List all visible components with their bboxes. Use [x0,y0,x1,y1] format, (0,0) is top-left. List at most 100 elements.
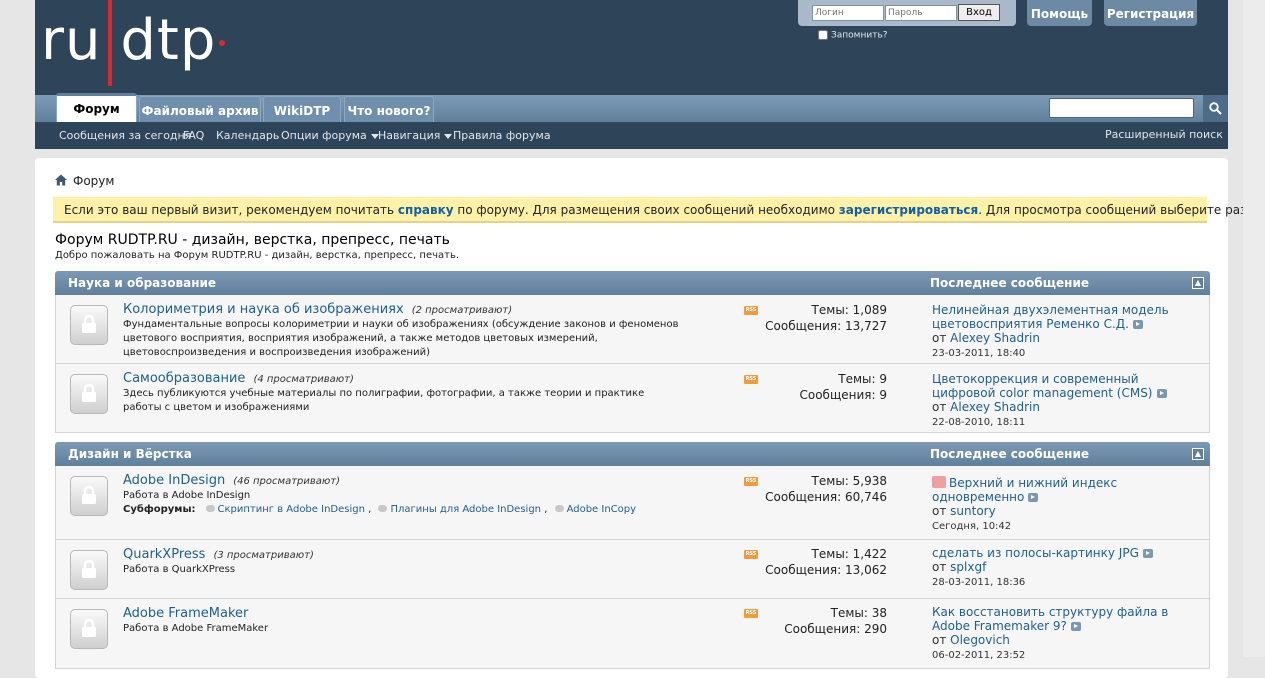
subforum-link[interactable]: Плагины для Adobe InDesign [390,504,541,515]
collapse-icon[interactable]: ▲ [1192,448,1204,460]
last-post-by: от [932,331,951,345]
subforum-link[interactable]: Adobe InCopy [567,504,636,515]
rss-icon[interactable]: RSS [744,375,758,384]
subforums-label: Субфорумы: [123,504,196,515]
last-post-date: Сегодня, 10:42 [932,521,1012,532]
tab-whats-new[interactable]: Что нового? [344,96,434,122]
last-post-link[interactable]: Как восстановить структуру файла в Adobe… [932,605,1168,633]
subnav-navigation[interactable]: Навигация [378,129,453,142]
forum-row: Колориметрия и наука об изображениях (2 п… [55,295,1210,364]
subnav-options-label: Опции форума [281,129,367,142]
forum-description: Работа в Adobe FrameMaker [123,623,269,634]
logo-red-bar [108,0,112,86]
lock-icon [70,476,108,516]
tab-wikidtp[interactable]: WikiDTP [263,96,341,122]
forum-title-link[interactable]: Колориметрия и наука об изображениях [123,302,404,317]
last-post-link[interactable]: Верхний и нижний индекс одновременно [932,476,1117,504]
login-box: Вход [798,0,1016,26]
lock-icon [70,609,108,649]
category-last-post-header: Последнее сообщение [930,447,1089,461]
forum-description: Фундаментальные вопросы колориметрии и н… [123,319,679,358]
viewing-count: (2 просматривают) [411,305,513,316]
page-description: Добро пожаловать на Форум RUDTP.RU - диз… [55,250,460,261]
notice-register-link[interactable]: зарегистрироваться [839,203,978,217]
forum-row: Самообразование (4 просматривают) Здесь п… [55,364,1210,433]
rss-icon[interactable]: RSS [744,609,758,618]
post-count: Сообщения: 13,727 [765,319,887,333]
notice-help-link[interactable]: справку [398,203,454,217]
window-scrollbar[interactable] [1243,0,1265,657]
last-post-date: 22-08-2010, 18:11 [932,417,1026,428]
logo-red-dot [219,40,225,46]
last-post-date: 28-03-2011, 18:36 [932,577,1026,588]
collapse-icon[interactable]: ▲ [1192,277,1204,289]
main-navbar: Форум Файловый архив WikiDTP Что нового? [35,93,1228,122]
login-button[interactable]: Вход [958,4,1000,21]
tab-forum[interactable]: Форум [56,93,137,122]
rss-icon[interactable]: RSS [744,306,758,315]
go-to-post-icon[interactable] [1156,389,1167,398]
last-post: сделать из полосы-картинку JPG от splxgf… [932,546,1202,590]
viewing-count: (4 просматривают) [253,374,354,385]
search-input[interactable] [1049,98,1194,118]
site-logo[interactable]: ru dtp [41,0,241,90]
viewing-count: (3 просматривают) [213,550,314,561]
home-icon[interactable] [55,174,67,186]
breadcrumb-forum[interactable]: Форум [73,174,114,188]
last-post-by: от [932,400,951,414]
search-button[interactable] [1203,95,1228,122]
last-post-link[interactable]: Цветокоррекция и современный цифровой co… [932,372,1153,400]
thumbs-down-icon [932,476,946,488]
tab-file-archive[interactable]: Файловый архив [139,96,261,122]
rss-icon[interactable]: RSS [744,477,758,486]
remember-checkbox[interactable] [818,30,828,40]
forum-title-link[interactable]: QuarkXPress [123,547,205,562]
page-title: Форум RUDTP.RU - дизайн, верстка, препре… [55,232,450,248]
go-to-post-icon[interactable] [1028,493,1039,502]
forum-title-link[interactable]: Adobe InDesign [123,473,225,488]
login-input[interactable] [812,5,884,21]
password-input[interactable] [885,5,957,21]
subnav-navigation-label: Навигация [378,129,441,142]
forum-title-link[interactable]: Adobe FrameMaker [123,606,248,621]
remember-label: Запомнить? [831,30,888,41]
main-content: Форум Если это ваш первый визит, рекомен… [35,158,1265,678]
last-post-user[interactable]: Olegovich [950,633,1010,647]
rss-icon[interactable]: RSS [744,550,758,559]
category-name[interactable]: Наука и образование [68,271,216,295]
forum-description: Работа в QuarkXPress [123,564,236,575]
search-icon [1209,102,1222,115]
forum-title-link[interactable]: Самообразование [123,371,245,386]
thread-count: Темы: 5,938 [811,474,887,488]
last-post-user[interactable]: splxgf [950,560,986,574]
notice-text-1: Если это ваш первый визит, рекомендуем п… [64,203,398,217]
subnav-faq[interactable]: FAQ [183,129,204,142]
subnav-forum-options[interactable]: Опции форума [281,129,379,142]
go-to-post-icon[interactable] [1142,549,1153,558]
subforum-link[interactable]: Скриптинг в Adobe InDesign [218,504,365,515]
last-post-user[interactable]: suntory [950,504,996,518]
subnav-calendar[interactable]: Календарь [216,129,279,142]
subnav-forum-rules[interactable]: Правила форума [453,129,551,142]
last-post-link[interactable]: сделать из полосы-картинку JPG [932,546,1139,560]
register-button[interactable]: Регистрация [1104,0,1197,26]
subnav-today-posts[interactable]: Сообщения за сегодня [59,129,191,142]
post-count: Сообщения: 60,746 [765,490,887,504]
last-post-user[interactable]: Alexey Shadrin [950,331,1040,345]
last-post: Цветокоррекция и современный цифровой co… [932,372,1202,430]
subnav-advanced-search[interactable]: Расширенный поиск [1105,128,1223,141]
subforums: Субфорумы: Скриптинг в Adobe InDesign , П… [123,504,637,515]
subforum-icon [205,505,215,512]
thread-count: Темы: 9 [838,372,887,386]
remember-me[interactable]: Запомнить? [818,30,888,41]
help-button[interactable]: Помощь [1027,0,1092,26]
viewing-count: (46 просматривают) [233,476,341,487]
sub-navbar: Сообщения за сегодня FAQ Календарь Опции… [35,122,1228,149]
forum-row: Adobe FrameMaker Работа в Adobe FrameMak… [55,599,1210,669]
go-to-post-icon[interactable] [1132,320,1143,329]
category-name[interactable]: Дизайн и Вёрстка [68,442,192,466]
forum-description: Здесь публикуются учебные материалы по п… [123,388,645,413]
post-count: Сообщения: 13,062 [765,563,887,577]
go-to-post-icon[interactable] [1070,622,1081,631]
last-post-user[interactable]: Alexey Shadrin [950,400,1040,414]
